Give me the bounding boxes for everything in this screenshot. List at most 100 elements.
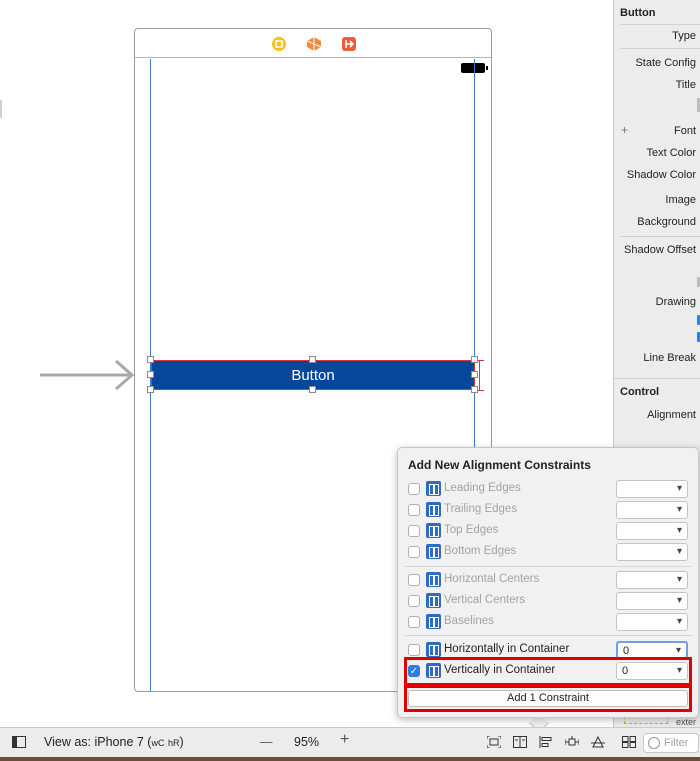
label-type: Type: [672, 30, 696, 42]
grid-view-icon[interactable]: [622, 736, 636, 748]
initial-view-controller-arrow-icon[interactable]: [40, 358, 136, 392]
divider: [614, 378, 700, 379]
constraint-row-leading-edges: Leading Edges: [408, 480, 690, 498]
view-as-close: ): [179, 735, 184, 749]
canvas-bottom-bar: View as: iPhone 7 (wC hR) — 95% + Filter: [0, 727, 700, 757]
label-background: Background: [637, 216, 696, 228]
label-bottom-edges: Bottom Edges: [444, 545, 517, 557]
canvas-edge-marker: [0, 100, 2, 118]
xcode-interface-builder: Button Button Type State Config Title + …: [0, 0, 700, 761]
document-outline-toggle-icon[interactable]: [12, 736, 26, 748]
section-title-button: Button: [620, 7, 656, 19]
divider: [620, 236, 700, 237]
bottom-edges-icon: [426, 544, 441, 559]
label-horizontal-centers: Horizontal Centers: [444, 573, 540, 585]
checkbox-leading-edges[interactable]: [408, 483, 420, 495]
constraint-row-baselines: Baselines: [408, 613, 690, 631]
horizontal-centers-icon: [426, 572, 441, 587]
filter-icon: [648, 737, 660, 749]
leading-edges-icon: [426, 481, 441, 496]
pin-constraints-icon[interactable]: [565, 736, 579, 748]
view-as-device-label[interactable]: View as: iPhone 7 (wC hR): [44, 735, 184, 749]
checkbox-horizontal-centers[interactable]: [408, 574, 420, 586]
alignment-constraints-popover: Add New Alignment Constraints Leading Ed…: [397, 447, 699, 718]
checkbox-horizontally-in-container[interactable]: [408, 644, 420, 656]
baselines-icon: [426, 614, 441, 629]
annotation-highlight-row: [404, 657, 692, 686]
resize-handle-top[interactable]: [309, 356, 316, 363]
align-constraints-icon[interactable]: [539, 736, 553, 748]
view-as-text: View as: iPhone 7 (: [44, 735, 152, 749]
zoom-in-button[interactable]: +: [340, 731, 349, 749]
trailing-edges-icon: [426, 502, 441, 517]
label-state-config: State Config: [635, 57, 696, 69]
resize-handle-left[interactable]: [147, 371, 154, 378]
label-trailing-edges: Trailing Edges: [444, 503, 518, 515]
divider: [620, 24, 700, 25]
section-title-control: Control: [620, 386, 660, 398]
constraint-row-bottom-edges: Bottom Edges: [408, 543, 690, 561]
constraint-row-horizontal-centers: Horizontal Centers: [408, 571, 690, 589]
label-leading-edges: Leading Edges: [444, 482, 521, 494]
size-class-height: hR: [167, 738, 180, 748]
label-horizontally-in-container: Horizontally in Container: [444, 643, 570, 655]
label-vertical-centers: Vertical Centers: [444, 594, 526, 606]
filter-input[interactable]: Filter: [643, 733, 699, 753]
select-trailing-edges[interactable]: [616, 501, 688, 519]
zoom-out-button[interactable]: —: [260, 735, 273, 749]
battery-icon: [461, 63, 488, 73]
checkbox-vertical-centers[interactable]: [408, 595, 420, 607]
checkbox-bottom-edges[interactable]: [408, 546, 420, 558]
popover-divider: [405, 566, 692, 567]
update-frames-icon[interactable]: [487, 736, 501, 748]
resolve-issues-icon[interactable]: [591, 736, 605, 748]
window-bottom-edge: [0, 757, 700, 761]
top-edges-icon: [426, 523, 441, 538]
resize-handle-top-right[interactable]: [471, 356, 478, 363]
select-vertical-centers[interactable]: [616, 592, 688, 610]
select-bottom-edges[interactable]: [616, 543, 688, 561]
popover-divider: [405, 635, 692, 636]
resize-handle-bottom-right[interactable]: [471, 386, 478, 393]
label-alignment: Alignment: [647, 409, 696, 421]
constraint-row-vertical-centers: Vertical Centers: [408, 592, 690, 610]
checkbox-baselines[interactable]: [408, 616, 420, 628]
label-baselines: Baselines: [444, 615, 494, 627]
scene-dock: [135, 29, 491, 58]
label-shadow-color: Shadow Color: [626, 169, 696, 181]
select-baselines[interactable]: [616, 613, 688, 631]
label-top-edges: Top Edges: [444, 524, 499, 536]
vertical-centers-icon: [426, 593, 441, 608]
first-responder-icon[interactable]: [306, 36, 322, 52]
horizontally-in-container-icon: [426, 642, 441, 657]
stack-icon[interactable]: [513, 736, 527, 748]
divider: [620, 48, 700, 49]
filter-placeholder: Filter: [664, 737, 689, 749]
label-shadow-offset: Shadow Offset: [624, 244, 696, 256]
resize-handle-top-left[interactable]: [147, 356, 154, 363]
select-horizontal-centers[interactable]: [616, 571, 688, 589]
annotation-highlight-button: [404, 685, 692, 712]
resize-handle-bottom[interactable]: [309, 386, 316, 393]
resize-handle-right[interactable]: [471, 371, 478, 378]
label-image: Image: [665, 194, 696, 206]
exit-icon[interactable]: [341, 36, 357, 52]
select-top-edges[interactable]: [616, 522, 688, 540]
zoom-level[interactable]: 95%: [294, 735, 319, 749]
size-class-width: wC: [151, 738, 165, 748]
label-line-break: Line Break: [643, 352, 696, 364]
view-controller-icon[interactable]: [271, 36, 287, 52]
label-text-color: Text Color: [646, 147, 696, 159]
checkbox-trailing-edges[interactable]: [408, 504, 420, 516]
constraint-row-top-edges: Top Edges: [408, 522, 690, 540]
truncated-label: exter: [675, 717, 696, 727]
resize-handle-bottom-left[interactable]: [147, 386, 154, 393]
label-drawing: Drawing: [655, 296, 696, 308]
popover-title: Add New Alignment Constraints: [408, 458, 591, 472]
checkbox-top-edges[interactable]: [408, 525, 420, 537]
constraint-row-trailing-edges: Trailing Edges: [408, 501, 690, 519]
add-variation-icon[interactable]: +: [621, 123, 628, 137]
label-font: Font: [673, 125, 696, 137]
select-leading-edges[interactable]: [616, 480, 688, 498]
ambiguous-constraint-indicator: [476, 360, 487, 391]
